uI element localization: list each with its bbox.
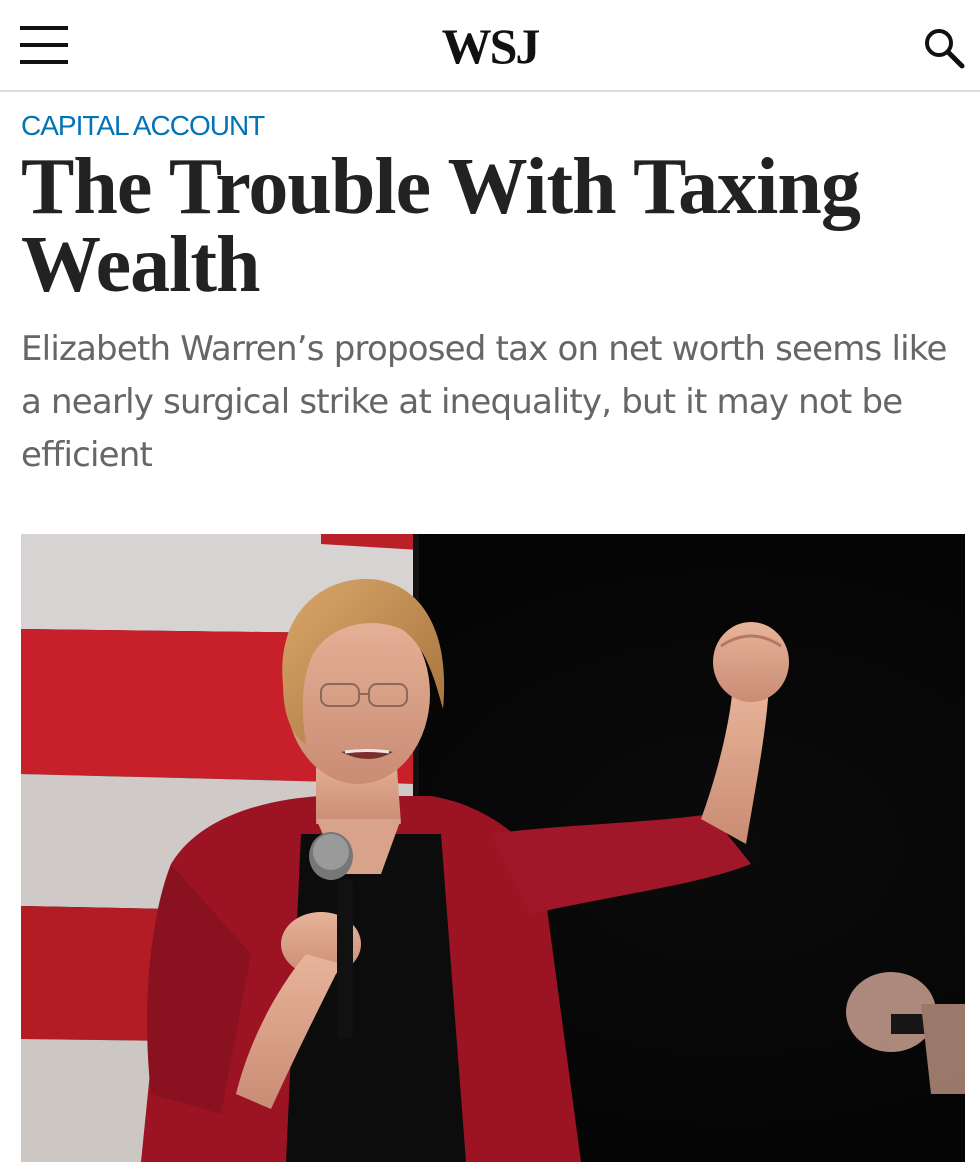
top-navigation-bar: WSJ [0,0,980,92]
article-lead-photo [21,534,965,1162]
wsj-logo[interactable]: WSJ [0,16,980,76]
section-kicker-link[interactable]: CAPITAL ACCOUNT [21,108,265,144]
article-headline: The Trouble With Taxing Wealth [21,143,861,309]
article-dek: Elizabeth Warren’s proposed tax on net w… [21,329,947,475]
search-icon[interactable] [920,26,968,74]
